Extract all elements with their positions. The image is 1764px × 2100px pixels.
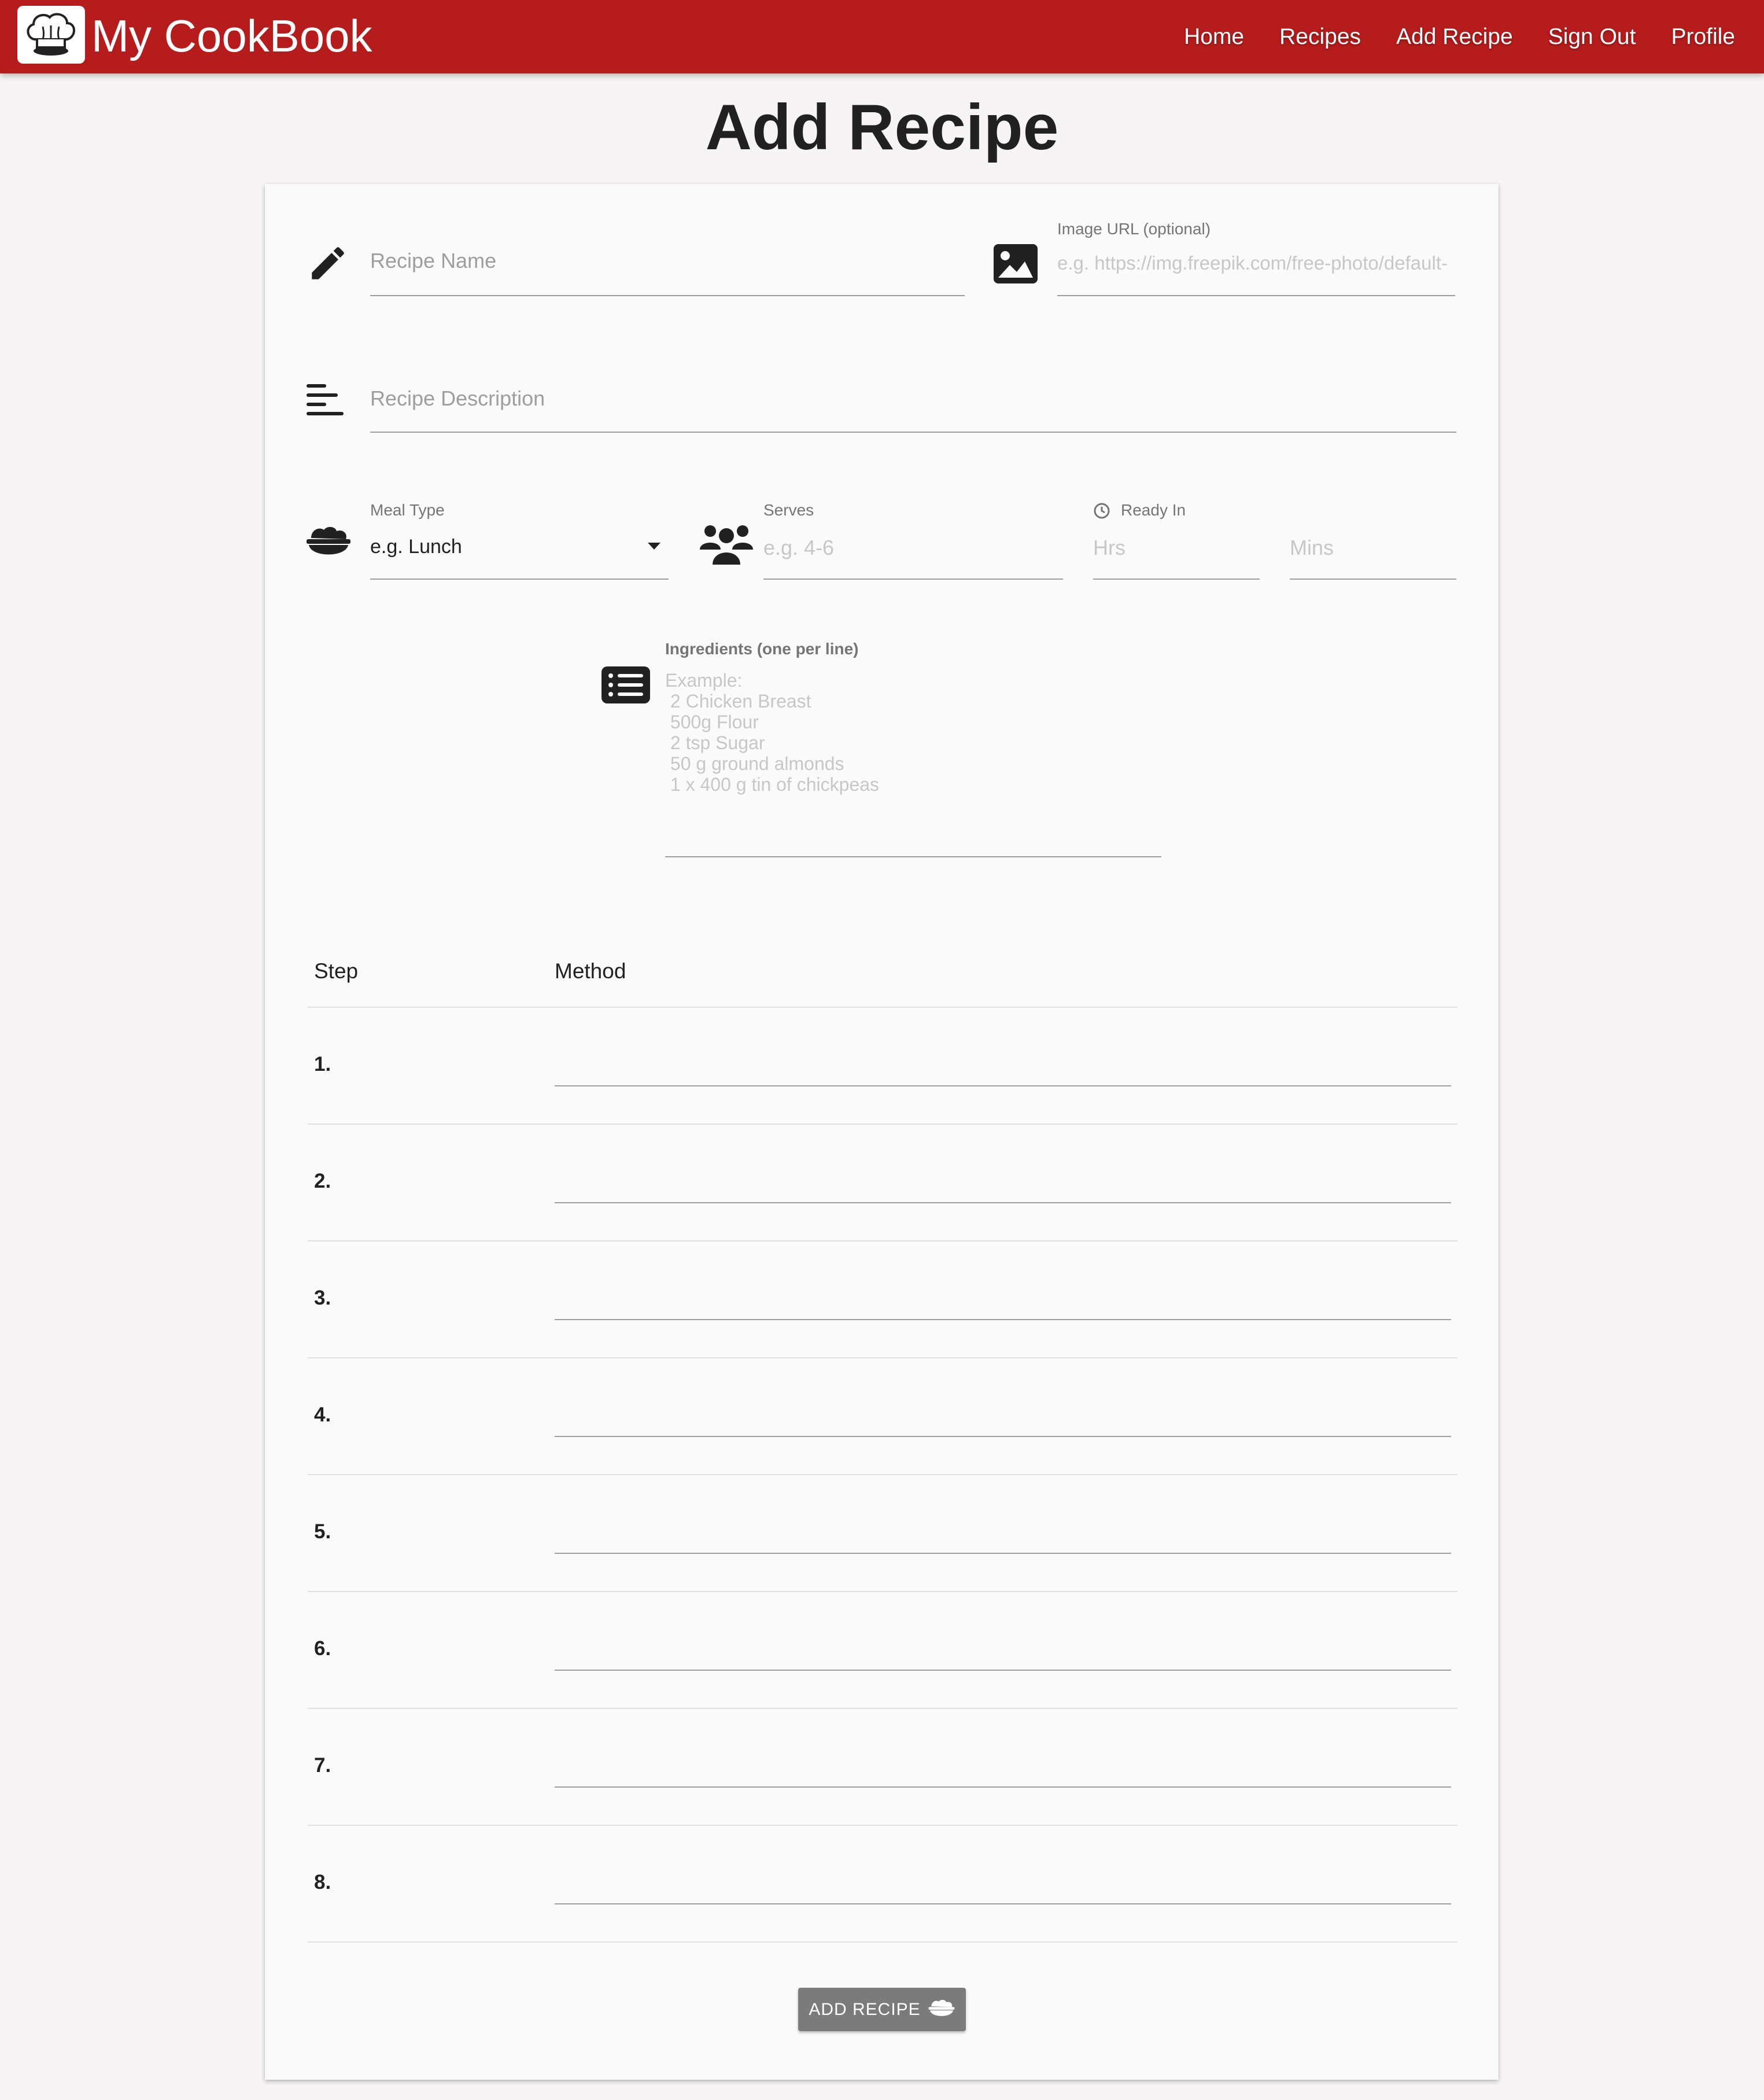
align-left-icon [307, 382, 344, 422]
table-divider [308, 1591, 1457, 1592]
recipe-name-underline [370, 295, 965, 296]
list-icon [601, 666, 650, 706]
mins-underline [1290, 579, 1456, 580]
ready-in-label: Ready In [1121, 501, 1186, 519]
users-icon [700, 523, 753, 568]
nav-links: Home Recipes Add Recipe Sign Out Profile [1149, 0, 1735, 73]
method-input[interactable] [555, 1903, 1451, 1904]
table-divider [308, 1941, 1457, 1943]
clock-icon [1093, 502, 1110, 522]
table-divider [308, 1357, 1457, 1358]
ready-in-hrs-input[interactable]: Hrs [1093, 536, 1125, 560]
method-input[interactable] [555, 1085, 1451, 1086]
hrs-underline [1093, 579, 1260, 580]
chef-hat-icon[interactable] [17, 6, 85, 64]
table-divider [308, 1474, 1457, 1475]
recipe-description-input[interactable]: Recipe Description [370, 386, 545, 411]
ingredients-placeholder-line: 50 g ground almonds [665, 753, 844, 774]
ingredients-textarea[interactable]: Example: 2 Chicken Breast 500g Flour 2 t… [665, 670, 1161, 795]
step-number: 2. [314, 1170, 331, 1192]
serves-label: Serves [763, 501, 814, 519]
step-number: 8. [314, 1871, 331, 1893]
image-url-input[interactable]: e.g. https://img.freepik.com/free-photo/… [1057, 252, 1455, 274]
image-url-underline [1057, 295, 1455, 296]
method-input[interactable] [555, 1786, 1451, 1788]
table-divider [308, 1007, 1457, 1008]
recipe-name-input[interactable]: Recipe Name [370, 249, 496, 273]
serves-input[interactable]: e.g. 4-6 [763, 536, 834, 560]
nav-recipes[interactable]: Recipes [1279, 24, 1361, 50]
bowl-icon [928, 1999, 955, 2016]
ingredients-underline [665, 856, 1161, 857]
table-divider [308, 1825, 1457, 1826]
nav-add-recipe[interactable]: Add Recipe [1396, 24, 1513, 50]
step-number: 6. [314, 1637, 331, 1660]
method-input[interactable] [555, 1319, 1451, 1320]
ingredients-placeholder-line: 2 Chicken Breast [665, 691, 811, 712]
image-icon [994, 244, 1038, 286]
step-number: 4. [314, 1403, 331, 1426]
ingredients-placeholder-line: Example: [665, 670, 743, 691]
nav-profile[interactable]: Profile [1671, 24, 1735, 50]
image-url-label: Image URL (optional) [1057, 220, 1211, 238]
nav-sign-out[interactable]: Sign Out [1548, 24, 1636, 50]
ingredients-placeholder-line: 500g Flour [665, 712, 759, 732]
meal-type-underline [370, 579, 669, 580]
brand-title[interactable]: My CookBook [91, 9, 372, 62]
description-underline [370, 432, 1456, 433]
table-divider [308, 1123, 1457, 1125]
table-header-step: Step [314, 959, 359, 983]
meal-type-label: Meal Type [370, 501, 445, 519]
page-title: Add Recipe [705, 91, 1059, 163]
meal-type-select[interactable]: e.g. Lunch [370, 536, 462, 558]
ready-in-mins-input[interactable]: Mins [1290, 536, 1334, 560]
dropdown-caret-icon[interactable] [648, 543, 660, 554]
step-number: 3. [314, 1287, 331, 1309]
method-input[interactable] [555, 1553, 1451, 1554]
navbar: My CookBook Home Recipes Add Recipe Sign… [0, 0, 1764, 73]
method-input[interactable] [555, 1436, 1451, 1437]
step-number: 1. [314, 1053, 331, 1075]
pencil-icon [307, 242, 349, 288]
nav-home[interactable]: Home [1184, 24, 1244, 50]
table-divider [308, 1708, 1457, 1709]
method-input[interactable] [555, 1670, 1451, 1671]
add-recipe-button-label: ADD RECIPE [809, 1999, 921, 2019]
add-recipe-form: Recipe Name Image URL (optional) e.g. ht… [265, 184, 1499, 2080]
ingredients-placeholder-line: 2 tsp Sugar [665, 732, 765, 753]
ingredients-label: Ingredients (one per line) [665, 640, 859, 658]
table-divider [308, 1240, 1457, 1241]
table-header-method: Method [555, 959, 626, 983]
step-number: 5. [314, 1520, 331, 1543]
method-input[interactable] [555, 1202, 1451, 1203]
bowl-icon [307, 524, 350, 566]
serves-underline [763, 579, 1063, 580]
step-number: 7. [314, 1754, 331, 1777]
ingredients-placeholder-line: 1 x 400 g tin of chickpeas [665, 774, 879, 795]
add-recipe-button[interactable]: ADD RECIPE [798, 1988, 966, 2031]
